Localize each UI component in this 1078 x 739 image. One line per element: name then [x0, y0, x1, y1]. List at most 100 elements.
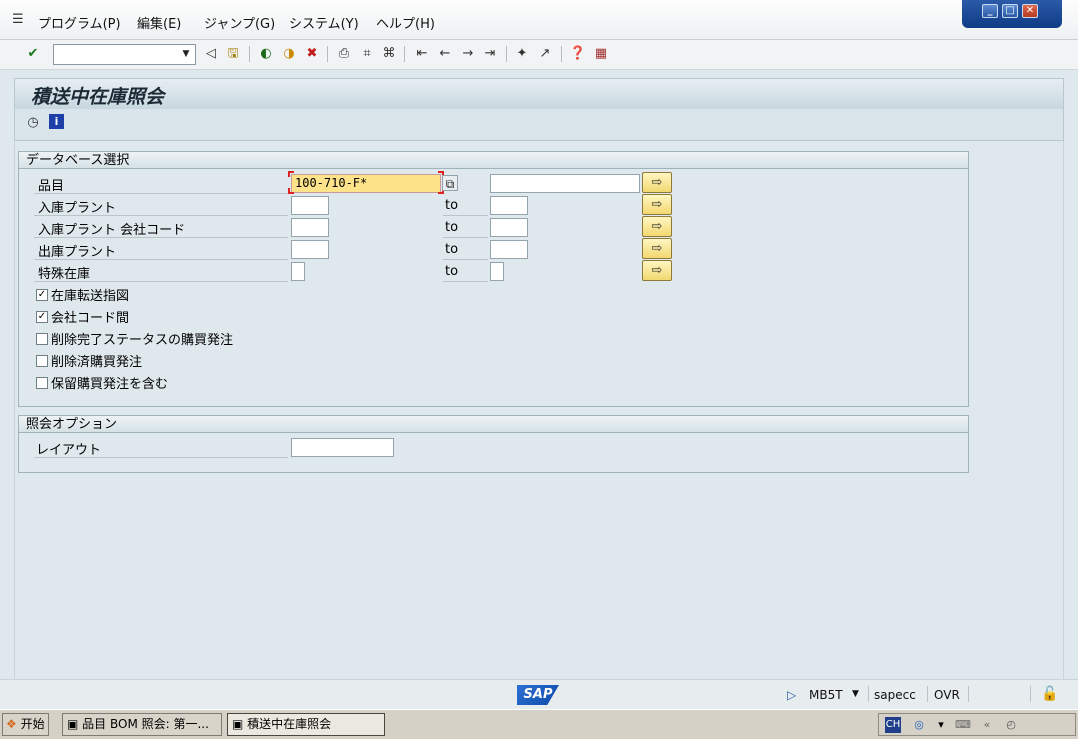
layout-label: レイアウト	[36, 443, 102, 458]
receiving-company-code-to-input[interactable]	[490, 218, 528, 237]
taskbar-item-bom[interactable]: ▣ 品目 BOM 照会: 第一...	[62, 713, 222, 736]
previous-page-icon[interactable]: ←	[436, 45, 454, 63]
window-icon: ▣	[232, 717, 244, 731]
menu-bar: ☰ プログラム(P) 編集(E) ジャンプ(G) システム(Y) ヘルプ(H) …	[0, 0, 1078, 40]
sap-logo: SAP	[517, 685, 559, 705]
execute-icon[interactable]: ◷	[24, 114, 42, 132]
server-name: sapecc	[874, 688, 916, 702]
input-method-icon[interactable]: CH	[885, 717, 901, 733]
back-icon[interactable]: ◐	[257, 45, 275, 63]
first-page-icon[interactable]: ⇤	[413, 45, 431, 63]
issuing-plant-from-input[interactable]	[291, 240, 329, 259]
volume-icon[interactable]: ▾	[933, 717, 949, 733]
cancel-icon[interactable]: ✖	[303, 45, 321, 63]
receiving-company-code-from-input[interactable]	[291, 218, 329, 237]
special-stock-from-input[interactable]	[291, 262, 305, 281]
deleted-po-checkbox[interactable]	[36, 355, 48, 367]
receiving-plant-label: 入庫プラント	[38, 201, 117, 216]
receiving-company-code-multiple-selection-button[interactable]: ⇨	[642, 216, 672, 237]
receiving-plant-from-input[interactable]	[291, 196, 329, 215]
exit-icon[interactable]: ◑	[280, 45, 298, 63]
receiving-plant-multiple-selection-button[interactable]: ⇨	[642, 194, 672, 215]
taskbar-item-label: 品目 BOM 照会: 第一...	[82, 717, 209, 731]
stock-transport-order-label: 在庫転送指図	[51, 289, 130, 304]
start-button[interactable]: ❖ 开始	[2, 713, 49, 736]
taskbar-item-label: 積送中在庫照会	[247, 717, 332, 731]
layout-input[interactable]	[291, 438, 394, 457]
display-options-header: 照会オプション	[19, 416, 968, 433]
shortcut-icon[interactable]: ↗	[536, 45, 554, 63]
window-icon: ▣	[67, 717, 79, 731]
keyboard-icon[interactable]: ⌨	[955, 717, 971, 733]
menu-help[interactable]: ヘルプ(H)	[376, 13, 435, 32]
layout-menu-icon[interactable]: ▦	[592, 45, 610, 63]
system-menu-icon[interactable]: ☰	[12, 12, 28, 27]
window-controls: _ □ ✕	[962, 0, 1062, 28]
save-icon[interactable]: 🖫	[224, 45, 242, 63]
tray-expand-icon[interactable]: «	[979, 717, 995, 733]
windows-logo-icon: ❖	[6, 717, 17, 731]
issuing-plant-label: 出庫プラント	[38, 245, 117, 260]
receiving-plant-to-label: to	[445, 198, 459, 213]
print-icon[interactable]: ⎙	[335, 45, 353, 63]
find-icon[interactable]: ⌗	[358, 45, 376, 63]
receiving-company-code-label: 入庫プラント 会社コード	[38, 223, 186, 238]
held-po-checkbox[interactable]	[36, 377, 48, 389]
issuing-plant-multiple-selection-button[interactable]: ⇨	[642, 238, 672, 259]
system-tray: CH ◎ ▾ ⌨ « ◴	[878, 713, 1076, 736]
network-icon[interactable]: ◎	[911, 717, 927, 733]
session-dropdown-icon[interactable]: ▼	[852, 689, 859, 699]
page-title: 積送中在庫照会	[31, 86, 165, 108]
issuing-plant-to-input[interactable]	[490, 240, 528, 259]
lock-icon: 🔓	[1041, 686, 1059, 702]
special-stock-to-input[interactable]	[490, 262, 504, 281]
screen-title-bar: 積送中在庫照会	[14, 78, 1064, 109]
deleted-po-label: 削除済購買発注	[51, 355, 143, 370]
enter-icon[interactable]: ✔	[24, 45, 42, 63]
material-from-input[interactable]: 100-710-F*	[291, 174, 441, 193]
db-selection-group: データベース選択 品目 100-710-F* ⧉ ⇨ 入庫プラント to ⇨ 入…	[18, 151, 969, 407]
info-icon[interactable]: i	[49, 114, 64, 129]
menu-edit[interactable]: 編集(E)	[137, 13, 181, 32]
main-content: データベース選択 品目 100-710-F* ⧉ ⇨ 入庫プラント to ⇨ 入…	[14, 141, 1064, 679]
special-stock-label: 特殊在庫	[38, 267, 91, 282]
close-icon[interactable]: ✕	[1022, 4, 1038, 18]
stock-transport-order-checkbox[interactable]: ✓	[36, 289, 48, 301]
minimize-icon[interactable]: _	[982, 4, 998, 18]
next-page-icon[interactable]: →	[459, 45, 477, 63]
help-icon[interactable]: ❓	[569, 45, 587, 63]
taskbar-item-in-transit[interactable]: ▣ 積送中在庫照会	[227, 713, 385, 736]
issuing-plant-to-label: to	[445, 242, 459, 257]
clock-icon: ◴	[1006, 718, 1016, 731]
menu-system[interactable]: システム(Y)	[289, 13, 359, 32]
status-expand-icon[interactable]: ▷	[787, 688, 796, 702]
command-field[interactable]: ▼	[53, 44, 196, 65]
material-multiple-selection-button[interactable]: ⇨	[642, 172, 672, 193]
new-session-icon[interactable]: ✦	[513, 45, 531, 63]
restore-icon[interactable]: □	[1002, 4, 1018, 18]
status-bar: SAP ▷ MB5T ▼ sapecc OVR 🔓	[0, 679, 1078, 709]
last-page-icon[interactable]: ⇥	[481, 45, 499, 63]
material-to-input[interactable]	[490, 174, 640, 193]
deleted-status-po-checkbox[interactable]	[36, 333, 48, 345]
display-options-group: 照会オプション レイアウト	[18, 415, 969, 473]
special-stock-to-label: to	[445, 264, 459, 279]
back-arrow-left-icon[interactable]: ◁	[202, 45, 220, 63]
application-toolbar: ◷ i	[14, 109, 1064, 141]
deleted-status-po-label: 削除完了ステータスの購買発注	[51, 333, 234, 348]
standard-toolbar: ✔ ▼ ◁ 🖫 ◐ ◑ ✖ ⎙ ⌗ ⌘ ⇤ ← → ⇥ ✦ ↗ ❓ ▦	[0, 40, 1078, 70]
menu-program[interactable]: プログラム(P)	[38, 13, 121, 32]
special-stock-multiple-selection-button[interactable]: ⇨	[642, 260, 672, 281]
held-po-label: 保留購買発注を含む	[51, 377, 169, 392]
input-mode: OVR	[934, 688, 960, 702]
chevron-down-icon[interactable]: ▼	[179, 46, 193, 63]
menu-jump[interactable]: ジャンプ(G)	[204, 13, 275, 32]
start-label: 开始	[20, 717, 45, 731]
cross-company-checkbox[interactable]: ✓	[36, 311, 48, 323]
transaction-code: MB5T	[809, 688, 843, 702]
match-code-icon[interactable]: ⧉	[442, 175, 458, 191]
material-label: 品目	[38, 179, 65, 194]
find-next-icon[interactable]: ⌘	[380, 45, 398, 63]
receiving-plant-to-input[interactable]	[490, 196, 528, 215]
os-taskbar: ❖ 开始 ▣ 品目 BOM 照会: 第一... ▣ 積送中在庫照会 CH ◎ ▾…	[0, 709, 1078, 739]
